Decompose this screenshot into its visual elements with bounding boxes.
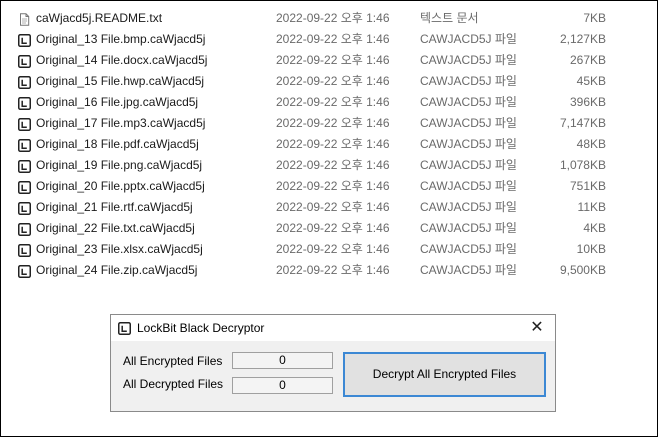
lockbit-file-icon — [18, 75, 31, 89]
file-size: 396KB — [569, 95, 606, 109]
file-list: caWjacd5j.README.txt 2022-09-22 오후 1:46 텍스… — [15, 8, 615, 281]
lockbit-file-icon — [18, 264, 31, 278]
lockbit-app-icon — [118, 322, 131, 335]
file-date: 2022-09-22 오후 1:46 — [276, 116, 390, 130]
file-name: Original_18 File.pdf.caWjacd5j — [36, 137, 199, 151]
file-row[interactable]: Original_24 File.zip.caWjacd5j 2022-09-22… — [15, 260, 615, 281]
file-type: CAWJACD5J 파일 — [420, 263, 517, 277]
file-row[interactable]: Original_16 File.jpg.caWjacd5j 2022-09-22… — [15, 92, 615, 113]
file-name: Original_21 File.rtf.caWjacd5j — [36, 200, 193, 214]
file-size: 2,127KB — [559, 32, 606, 46]
encrypted-files-label: All Encrypted Files — [123, 354, 223, 368]
file-type: CAWJACD5J 파일 — [420, 116, 517, 130]
file-name: Original_14 File.docx.caWjacd5j — [36, 53, 208, 67]
file-row[interactable]: Original_21 File.rtf.caWjacd5j 2022-09-22… — [15, 197, 615, 218]
file-size: 11KB — [577, 200, 606, 214]
file-type: CAWJACD5J 파일 — [420, 137, 517, 151]
decrypted-files-count: 0 — [232, 377, 333, 394]
file-type: CAWJACD5J 파일 — [420, 242, 517, 256]
file-type: CAWJACD5J 파일 — [420, 95, 517, 109]
file-size: 267KB — [569, 53, 606, 67]
file-row[interactable]: Original_20 File.pptx.caWjacd5j 2022-09-2… — [15, 176, 615, 197]
file-name: Original_19 File.png.caWjacd5j — [36, 158, 203, 172]
explorer-window: caWjacd5j.README.txt 2022-09-22 오후 1:46 텍스… — [0, 0, 658, 437]
lockbit-file-icon — [18, 33, 31, 47]
file-type: CAWJACD5J 파일 — [420, 158, 517, 172]
file-type: 텍스트 문서 — [420, 11, 479, 25]
lockbit-file-icon — [18, 222, 31, 236]
file-date: 2022-09-22 오후 1:46 — [276, 74, 390, 88]
file-type: CAWJACD5J 파일 — [420, 74, 517, 88]
file-date: 2022-09-22 오후 1:46 — [276, 221, 390, 235]
file-row[interactable]: Original_15 File.hwp.caWjacd5j 2022-09-22… — [15, 71, 615, 92]
file-name: Original_16 File.jpg.caWjacd5j — [36, 95, 199, 109]
file-type: CAWJACD5J 파일 — [420, 53, 517, 67]
file-size: 48KB — [576, 137, 606, 151]
file-date: 2022-09-22 오후 1:46 — [276, 158, 390, 172]
file-name: caWjacd5j.README.txt — [36, 11, 163, 25]
file-size: 4KB — [583, 221, 606, 235]
file-size: 7,147KB — [559, 116, 606, 130]
file-name: Original_24 File.zip.caWjacd5j — [36, 263, 198, 277]
close-button[interactable]: ✕ — [519, 315, 555, 341]
file-size: 10KB — [576, 242, 606, 256]
file-name: Original_22 File.txt.caWjacd5j — [36, 221, 195, 235]
file-row[interactable]: Original_22 File.txt.caWjacd5j 2022-09-22… — [15, 218, 615, 239]
encrypted-files-count: 0 — [232, 352, 333, 369]
file-date: 2022-09-22 오후 1:46 — [276, 179, 390, 193]
lockbit-file-icon — [18, 201, 31, 215]
lockbit-file-icon — [18, 243, 31, 257]
lockbit-file-icon — [18, 159, 31, 173]
file-name: Original_23 File.xlsx.caWjacd5j — [36, 242, 203, 256]
file-size: 751KB — [569, 179, 606, 193]
file-date: 2022-09-22 오후 1:46 — [276, 263, 390, 277]
file-row[interactable]: Original_23 File.xlsx.caWjacd5j 2022-09-2… — [15, 239, 615, 260]
file-type: CAWJACD5J 파일 — [420, 221, 517, 235]
file-date: 2022-09-22 오후 1:46 — [276, 32, 390, 46]
decrypt-all-button[interactable]: Decrypt All Encrypted Files — [343, 352, 546, 397]
lockbit-file-icon — [18, 138, 31, 152]
lockbit-file-icon — [18, 180, 31, 194]
file-row[interactable]: Original_14 File.docx.caWjacd5j 2022-09-2… — [15, 50, 615, 71]
file-date: 2022-09-22 오후 1:46 — [276, 53, 390, 67]
file-size: 7KB — [583, 11, 606, 25]
file-size: 9,500KB — [559, 263, 606, 277]
file-name: Original_15 File.hwp.caWjacd5j — [36, 74, 205, 88]
dialog-titlebar[interactable]: LockBit Black Decryptor ✕ — [111, 315, 555, 341]
file-size: 45KB — [576, 74, 606, 88]
close-icon: ✕ — [530, 319, 544, 336]
file-name: Original_17 File.mp3.caWjacd5j — [36, 116, 206, 130]
file-row[interactable]: Original_13 File.bmp.caWjacd5j 2022-09-22… — [15, 29, 615, 50]
file-type: CAWJACD5J 파일 — [420, 179, 517, 193]
file-size: 1,078KB — [559, 158, 606, 172]
file-type: CAWJACD5J 파일 — [420, 200, 517, 214]
lockbit-decryptor-dialog: LockBit Black Decryptor ✕ All Encrypted … — [110, 314, 556, 412]
file-row[interactable]: Original_18 File.pdf.caWjacd5j 2022-09-22… — [15, 134, 615, 155]
file-date: 2022-09-22 오후 1:46 — [276, 95, 390, 109]
decrypted-files-label: All Decrypted Files — [123, 377, 224, 391]
lockbit-file-icon — [18, 96, 31, 110]
dialog-title: LockBit Black Decryptor — [137, 321, 265, 335]
lockbit-file-icon — [18, 117, 31, 131]
file-row[interactable]: caWjacd5j.README.txt 2022-09-22 오후 1:46 텍스… — [15, 8, 615, 29]
text-file-icon — [18, 12, 31, 26]
lockbit-file-icon — [18, 54, 31, 68]
file-name: Original_13 File.bmp.caWjacd5j — [36, 32, 206, 46]
file-row[interactable]: Original_17 File.mp3.caWjacd5j 2022-09-22… — [15, 113, 615, 134]
file-date: 2022-09-22 오후 1:46 — [276, 137, 390, 151]
file-date: 2022-09-22 오후 1:46 — [276, 242, 390, 256]
file-date: 2022-09-22 오후 1:46 — [276, 200, 390, 214]
file-row[interactable]: Original_19 File.png.caWjacd5j 2022-09-22… — [15, 155, 615, 176]
file-name: Original_20 File.pptx.caWjacd5j — [36, 179, 205, 193]
file-type: CAWJACD5J 파일 — [420, 32, 517, 46]
file-date: 2022-09-22 오후 1:46 — [276, 11, 390, 25]
